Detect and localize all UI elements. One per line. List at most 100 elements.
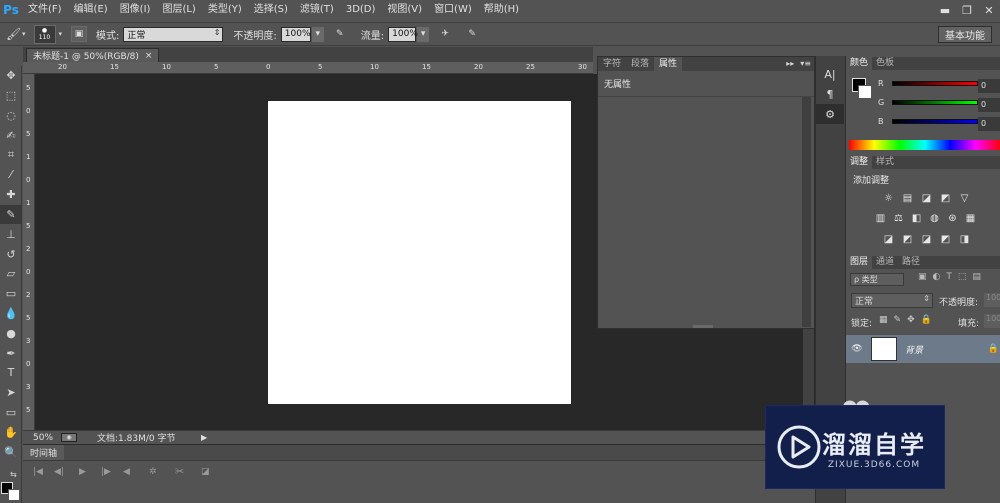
- menu-image[interactable]: 图像(I): [114, 0, 157, 20]
- settings-gear-icon[interactable]: ✲: [149, 467, 157, 477]
- status-menu-arrow-icon[interactable]: ▶: [201, 433, 207, 442]
- brush-tool-icon[interactable]: 🖌: [6, 27, 22, 41]
- menu-select[interactable]: 选择(S): [248, 0, 294, 20]
- restore-button[interactable]: ❐: [956, 0, 978, 20]
- menu-filter[interactable]: 滤镜(T): [294, 0, 340, 20]
- lock-transparency-icon[interactable]: ▦: [879, 315, 888, 325]
- blend-mode-select[interactable]: 正常 ⇕: [851, 293, 933, 308]
- airbrush-icon[interactable]: ✈: [437, 26, 453, 42]
- panel-resize-grip[interactable]: [693, 325, 713, 328]
- red-value[interactable]: 0: [978, 79, 1000, 93]
- tab-paths[interactable]: 路径: [898, 256, 924, 269]
- lock-position-icon[interactable]: ✥: [907, 315, 915, 325]
- tab-styles[interactable]: 样式: [872, 156, 898, 169]
- brush-preset-picker[interactable]: ● 110: [33, 24, 56, 44]
- menu-layer[interactable]: 图层(L): [156, 0, 201, 20]
- quick-select-tool-icon[interactable]: ✍: [0, 125, 22, 145]
- blue-value[interactable]: 0: [978, 117, 1000, 131]
- eye-visibility-icon[interactable]: 👁: [846, 344, 868, 354]
- tab-timeline[interactable]: 时间轴: [23, 444, 65, 461]
- tab-properties[interactable]: 属性: [654, 57, 683, 71]
- filter-adjustment-icon[interactable]: ◐: [933, 272, 941, 282]
- filter-pixel-icon[interactable]: ▣: [918, 272, 927, 282]
- marquee-tool-icon[interactable]: ⬚: [0, 86, 22, 106]
- properties-scrollbar[interactable]: [802, 97, 811, 327]
- menu-view[interactable]: 视图(V): [381, 0, 428, 20]
- background-color-swatch[interactable]: [8, 489, 20, 501]
- photo-filter-icon[interactable]: ◍: [926, 212, 943, 224]
- channel-mixer-icon[interactable]: ⊛: [944, 212, 961, 224]
- slider-blue[interactable]: B: [846, 114, 978, 128]
- next-frame-icon[interactable]: |▶: [101, 467, 111, 477]
- tab-paragraph[interactable]: 段落: [626, 57, 654, 71]
- clone-stamp-tool-icon[interactable]: ⊥: [0, 224, 22, 244]
- layer-opacity-input[interactable]: 100: [984, 293, 1000, 307]
- lock-pixels-icon[interactable]: ✎: [894, 315, 902, 325]
- gradient-map-icon[interactable]: ◨: [956, 233, 973, 245]
- lasso-tool-icon[interactable]: ◌: [0, 106, 22, 126]
- previous-frame-icon[interactable]: ◀|: [54, 467, 64, 477]
- panel-menu-icon[interactable]: ▾≡: [797, 57, 814, 71]
- flow-input[interactable]: 100%: [388, 26, 418, 42]
- green-value[interactable]: 0: [978, 98, 1000, 112]
- menu-type[interactable]: 类型(Y): [202, 0, 248, 20]
- go-to-first-frame-icon[interactable]: |◀: [33, 467, 43, 477]
- path-select-tool-icon[interactable]: ➤: [0, 383, 22, 403]
- mode-select[interactable]: 正常 ⇕: [123, 26, 224, 42]
- document-tab[interactable]: 未标题-1 @ 50%(RGB/8) ×: [26, 48, 160, 62]
- minimize-button[interactable]: ▬: [934, 0, 956, 20]
- close-button[interactable]: ✕: [978, 0, 1000, 20]
- zoom-level[interactable]: 50%: [33, 433, 61, 443]
- tab-color[interactable]: 颜色: [846, 57, 873, 70]
- swap-colors-icon[interactable]: ⇆: [10, 470, 17, 479]
- menu-window[interactable]: 窗口(W): [428, 0, 478, 20]
- tab-swatches[interactable]: 色板: [872, 57, 898, 70]
- menu-edit[interactable]: 编辑(E): [68, 0, 114, 20]
- posterize-icon[interactable]: ◩: [899, 233, 916, 245]
- black-white-icon[interactable]: ◧: [908, 212, 925, 224]
- menu-file[interactable]: 文件(F): [22, 0, 68, 20]
- panel-collapse-icon[interactable]: ▸▸: [783, 57, 797, 71]
- selective-color-icon[interactable]: ◩: [937, 233, 954, 245]
- play-icon[interactable]: ▶: [79, 467, 86, 477]
- dodge-tool-icon[interactable]: ●: [0, 323, 22, 343]
- workspace-button[interactable]: 基本功能: [938, 26, 992, 43]
- status-info-icon[interactable]: ◉: [61, 433, 77, 442]
- color-lookup-icon[interactable]: ▦: [962, 212, 979, 224]
- layer-row-background[interactable]: 👁 背景 🔒: [846, 335, 1000, 363]
- chevron-down-icon[interactable]: ▾: [22, 30, 26, 38]
- green-slider-track[interactable]: [892, 99, 978, 105]
- blur-tool-icon[interactable]: 💧: [0, 304, 22, 324]
- healing-brush-tool-icon[interactable]: ✚: [0, 185, 22, 205]
- opacity-dropdown-button[interactable]: ▾: [311, 26, 324, 42]
- document-canvas[interactable]: [268, 101, 571, 404]
- color-balance-icon[interactable]: ⚖: [890, 212, 907, 224]
- properties-panel-icon[interactable]: ⚙: [816, 104, 844, 124]
- red-slider-track[interactable]: [892, 80, 978, 86]
- gradient-tool-icon[interactable]: ▭: [0, 284, 22, 304]
- tab-character[interactable]: 字符: [598, 57, 626, 71]
- chevron-down-icon[interactable]: ▾: [59, 30, 63, 38]
- hue-saturation-icon[interactable]: ▥: [872, 212, 889, 224]
- levels-icon[interactable]: ▤: [899, 192, 916, 204]
- opacity-input[interactable]: 100%: [280, 26, 311, 42]
- fill-input[interactable]: 100: [984, 314, 1000, 328]
- blue-slider-track[interactable]: [892, 118, 978, 124]
- layer-filter-kind[interactable]: ρ 类型: [850, 273, 904, 286]
- filter-type-icon[interactable]: T: [946, 272, 952, 282]
- split-scissors-icon[interactable]: ✂: [175, 465, 184, 478]
- character-panel-icon[interactable]: A|: [816, 64, 844, 84]
- curves-icon[interactable]: ◪: [918, 192, 935, 204]
- slider-red[interactable]: R: [846, 76, 978, 90]
- zoom-tool-icon[interactable]: 🔍: [0, 442, 22, 462]
- brush-panel-toggle-icon[interactable]: ▣: [71, 26, 88, 42]
- type-tool-icon[interactable]: T: [0, 363, 22, 383]
- invert-icon[interactable]: ◪: [880, 233, 897, 245]
- lock-all-icon[interactable]: 🔒: [921, 315, 932, 325]
- filter-shape-icon[interactable]: ⬚: [958, 272, 967, 282]
- menu-3d[interactable]: 3D(D): [340, 0, 382, 20]
- move-tool-icon[interactable]: ✥: [0, 66, 22, 86]
- tab-adjustments[interactable]: 调整: [846, 156, 873, 169]
- filter-smart-icon[interactable]: ▤: [972, 272, 981, 282]
- eraser-tool-icon[interactable]: ▱: [0, 264, 22, 284]
